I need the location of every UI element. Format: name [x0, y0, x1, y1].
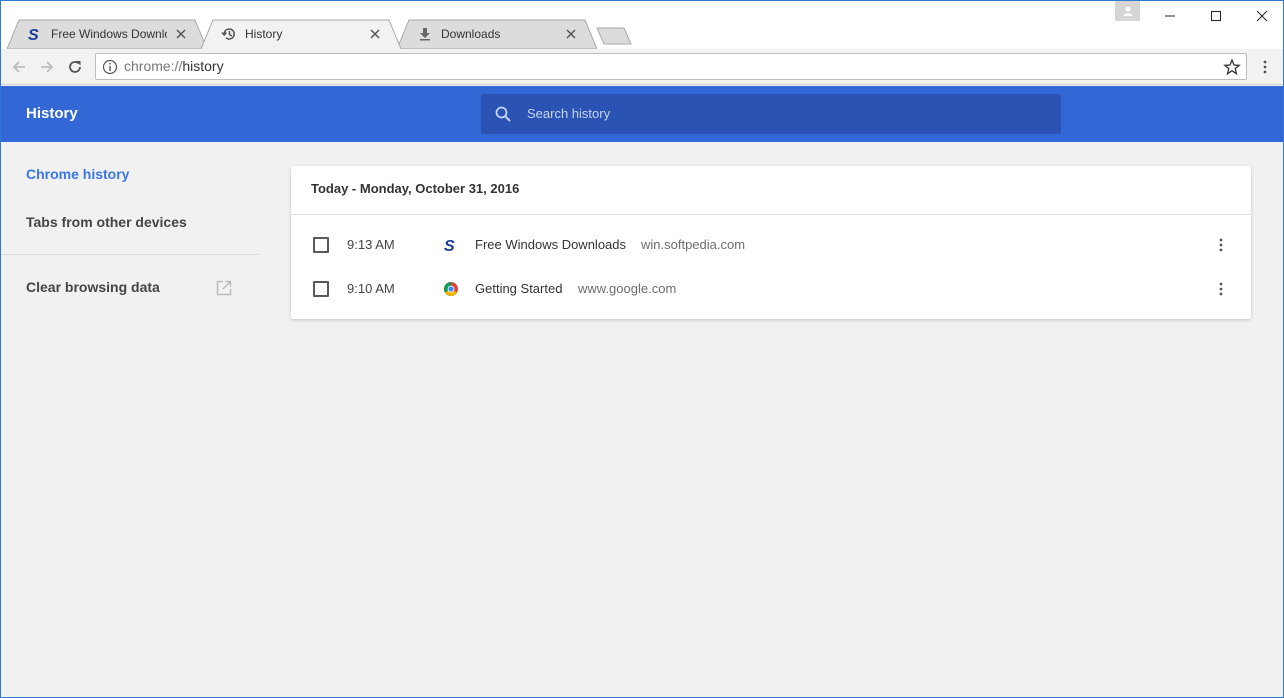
history-row[interactable]: 9:10 AM Getting Started www.google.com: [291, 267, 1251, 311]
close-tab-icon[interactable]: [173, 26, 189, 42]
entry-domain: www.google.com: [578, 281, 677, 296]
date-heading: Today - Monday, October 31, 2016: [311, 181, 520, 196]
open-in-new-icon[interactable]: [215, 279, 233, 297]
bookmark-star-icon[interactable]: [1223, 58, 1241, 76]
search-icon: [495, 106, 511, 122]
tab-title: History: [245, 27, 283, 41]
reload-icon[interactable]: [63, 55, 87, 79]
tab-strip: S Free Windows Downloads Downloads: [1, 1, 1283, 49]
close-tab-icon[interactable]: [563, 26, 579, 42]
site-info-icon[interactable]: [102, 59, 118, 75]
row-checkbox[interactable]: [313, 281, 329, 297]
tab-title: Free Windows Downloads: [51, 27, 167, 41]
tab-history[interactable]: History: [201, 19, 401, 49]
more-actions-icon[interactable]: [1213, 279, 1229, 299]
browser-window: S Free Windows Downloads Downloads: [0, 0, 1284, 698]
chrome-icon: [444, 282, 458, 296]
clear-browsing-data-link[interactable]: Clear browsing data: [26, 279, 160, 295]
softpedia-icon: S: [27, 26, 43, 42]
search-history-field[interactable]: Search history: [481, 94, 1061, 134]
url-text: chrome://history: [124, 58, 224, 74]
sidebar-item-tabs-other-devices[interactable]: Tabs from other devices: [26, 214, 187, 230]
entry-title-link[interactable]: Getting Started: [475, 267, 562, 311]
tab-downloads[interactable]: Downloads: [397, 19, 597, 49]
sidebar-item-chrome-history[interactable]: Chrome history: [26, 166, 129, 182]
tab-title: Downloads: [441, 27, 501, 41]
profile-avatar-icon[interactable]: [1115, 1, 1140, 21]
entry-title-link[interactable]: Free Windows Downloads: [475, 223, 626, 267]
more-actions-icon[interactable]: [1213, 235, 1229, 255]
close-window-button[interactable]: [1239, 1, 1283, 31]
svg-text:S: S: [28, 27, 39, 42]
sidebar-divider: [1, 254, 259, 255]
visit-time: 9:13 AM: [347, 237, 395, 252]
search-placeholder: Search history: [527, 106, 611, 121]
browser-toolbar: chrome://history: [1, 49, 1283, 85]
close-tab-icon[interactable]: [367, 26, 383, 42]
forward-arrow-icon[interactable]: [35, 55, 59, 79]
history-row[interactable]: 9:13 AM S Free Windows Downloads win.sof…: [291, 223, 1251, 267]
visit-time: 9:10 AM: [347, 281, 395, 296]
minimize-button[interactable]: [1147, 1, 1193, 31]
row-checkbox[interactable]: [313, 237, 329, 253]
history-header: History Search history: [1, 86, 1283, 142]
back-arrow-icon[interactable]: [7, 55, 31, 79]
softpedia-icon: S: [444, 238, 455, 253]
history-icon: [221, 26, 237, 42]
entry-domain: win.softpedia.com: [641, 237, 746, 252]
tab-free-windows-downloads[interactable]: S Free Windows Downloads: [7, 19, 207, 49]
download-icon: [417, 26, 433, 42]
chrome-menu-icon[interactable]: [1257, 57, 1273, 77]
card-divider: [291, 214, 1251, 215]
new-tab-button[interactable]: [596, 27, 632, 45]
history-card: Today - Monday, October 31, 2016 9:13 AM…: [291, 166, 1251, 319]
page-title: History: [26, 105, 78, 122]
maximize-button[interactable]: [1193, 1, 1239, 31]
address-bar[interactable]: chrome://history: [95, 53, 1247, 80]
svg-text:S: S: [444, 238, 455, 253]
